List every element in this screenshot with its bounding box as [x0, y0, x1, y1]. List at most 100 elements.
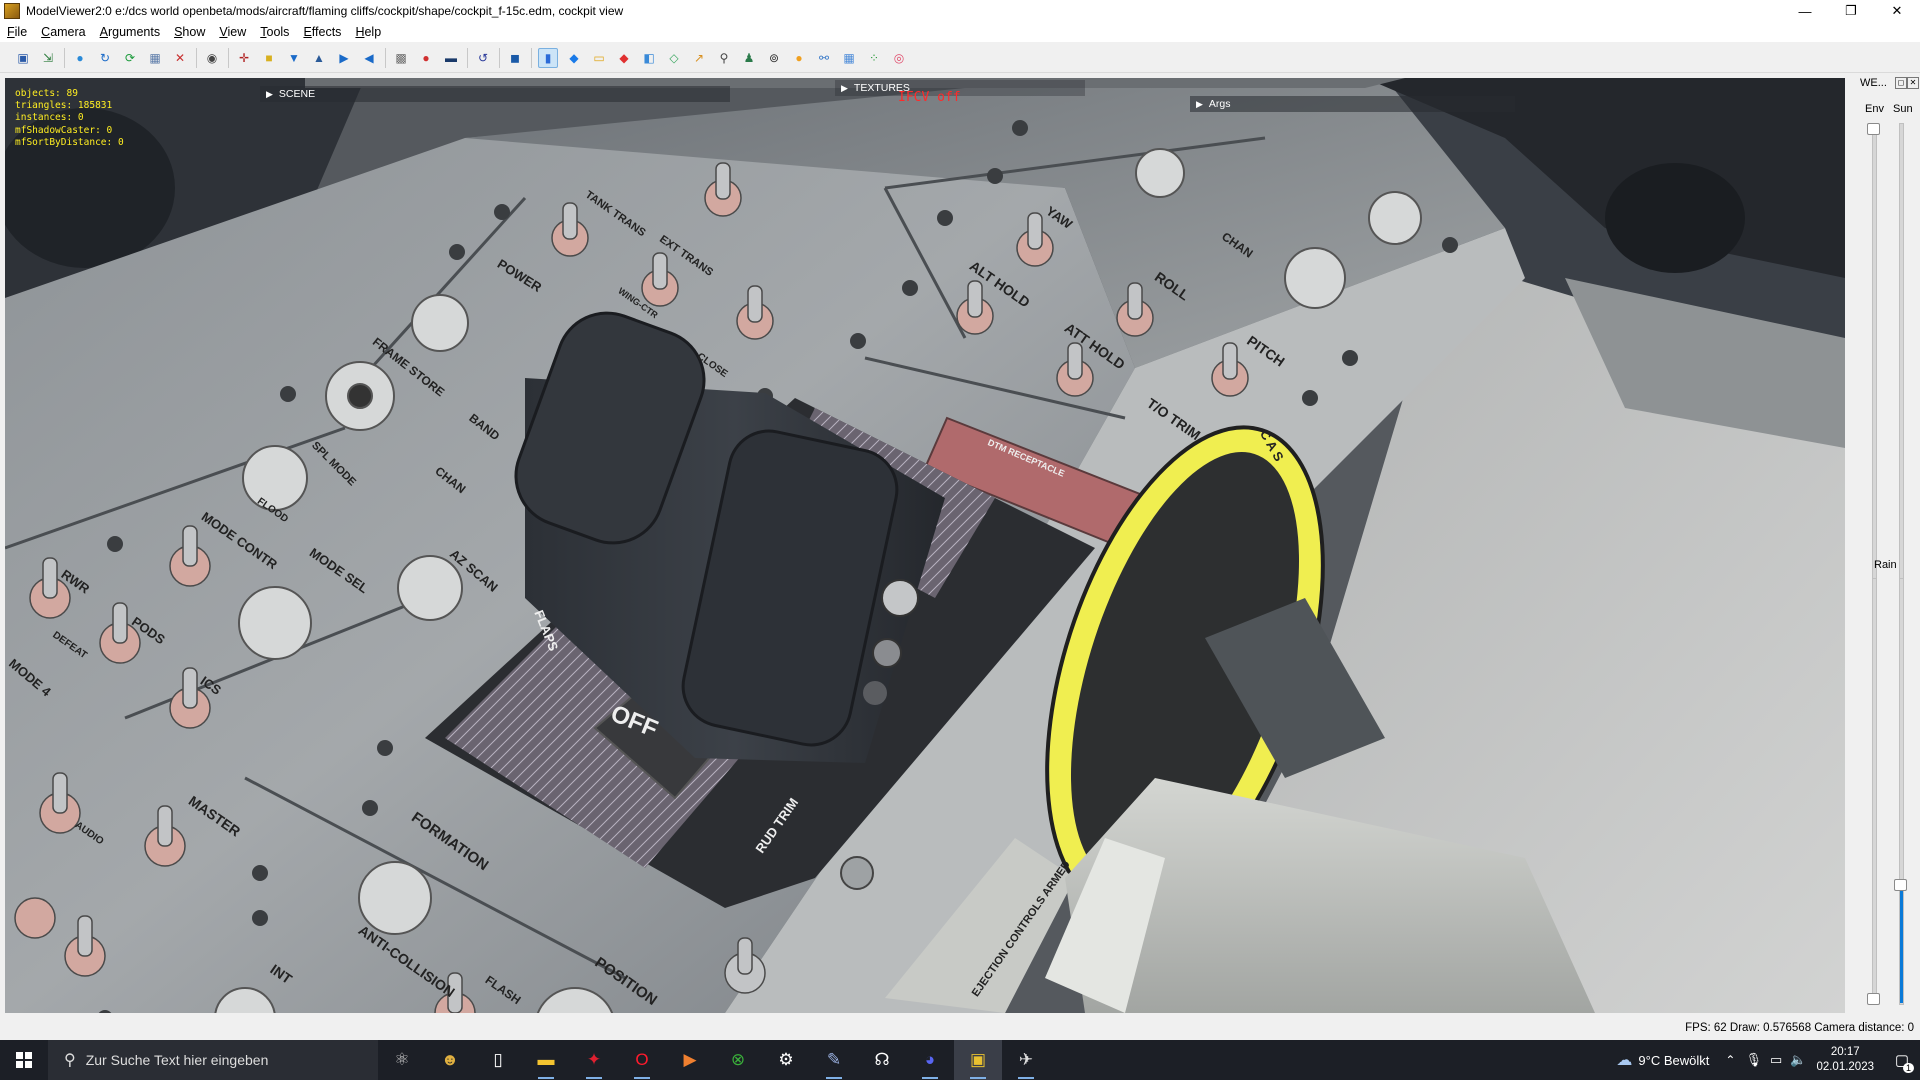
rain-level-fill — [1900, 884, 1903, 1003]
atom-icon[interactable]: ⚛ — [378, 1040, 426, 1080]
person-icon[interactable]: ♟ — [740, 49, 758, 67]
scene-panel-header[interactable]: ▶ SCENE — [260, 86, 730, 102]
ifcv-overlay-text: IFCV off — [898, 90, 961, 105]
menu-camera[interactable]: Camera — [34, 25, 92, 39]
rain-slider-track[interactable] — [1872, 578, 1877, 1005]
folder-icon[interactable]: ▭ — [590, 49, 608, 67]
editor-icon[interactable]: ✎ — [810, 1040, 858, 1080]
menu-file[interactable]: File — [0, 25, 34, 39]
layers-icon[interactable]: ◧ — [640, 49, 658, 67]
menu-arguments[interactable]: Arguments — [93, 25, 167, 39]
monitor-icon[interactable]: ▬ — [442, 49, 460, 67]
expand-triangle-icon: ▶ — [841, 82, 848, 93]
chart-icon[interactable]: ▮ — [538, 47, 558, 68]
tree-icon[interactable]: ▲ — [310, 49, 328, 67]
export-icon[interactable]: ⇲ — [39, 49, 57, 67]
title-bar: ModelViewer2:0 e:/dcs world openbeta/mod… — [0, 0, 1920, 22]
car-icon[interactable]: ⊚ — [765, 49, 783, 67]
rain-slider-thumb[interactable] — [1867, 993, 1880, 1005]
assistant-icon[interactable]: ☻ — [426, 1040, 474, 1080]
maximize-button[interactable]: ❐ — [1828, 0, 1874, 22]
system-tray: ☁ 9°C Bewölkt ⌃ 🎙 ▭ 🔈 20:17 02.01.2023 ▢… — [1616, 1040, 1920, 1080]
target-icon[interactable]: ◎ — [890, 49, 908, 67]
rain-level-thumb[interactable] — [1894, 879, 1907, 891]
headset-icon[interactable]: ☊ — [858, 1040, 906, 1080]
search-placeholder: Zur Suche Text hier eingeben — [85, 1052, 269, 1068]
media-player-icon[interactable]: ▶ — [666, 1040, 714, 1080]
weather-text[interactable]: 9°C Bewölkt — [1638, 1053, 1709, 1068]
menu-tools[interactable]: Tools — [253, 25, 296, 39]
close-button[interactable]: ✕ — [1874, 0, 1920, 22]
grid-icon[interactable]: ■ — [260, 49, 278, 67]
xbox-icon[interactable]: ⊗ — [714, 1040, 762, 1080]
menu-help[interactable]: Help — [348, 25, 388, 39]
menu-effects[interactable]: Effects — [296, 25, 348, 39]
mesh-icon[interactable]: ◇ — [665, 49, 683, 67]
args-panel-header[interactable]: ▶ Args — [1190, 96, 1515, 112]
cockpit-render — [5, 78, 1845, 1013]
graph-icon[interactable]: ↗ — [690, 49, 708, 67]
task-view-icon[interactable]: ▯ — [474, 1040, 522, 1080]
3d-viewport[interactable]: POWER FRAME STORE BAND CHAN SPL MODE MOD… — [5, 78, 1845, 1013]
taskbar-search[interactable]: ⚲ Zur Suche Text hier eingeben — [48, 1040, 378, 1080]
menu-label-rest: rguments — [107, 25, 161, 39]
rain-label: Rain — [1874, 559, 1897, 571]
dcs-icon[interactable]: ✈ — [1002, 1040, 1050, 1080]
menu-accelerator: F — [7, 25, 15, 39]
discord-icon[interactable]: ◕ — [906, 1040, 954, 1080]
camera-icon[interactable]: ◉ — [203, 49, 221, 67]
menu-show[interactable]: Show — [167, 25, 212, 39]
menu-bar: File Camera Arguments Show View Tools Effects H… — [0, 22, 1920, 42]
sun-slider-track[interactable] — [1899, 123, 1904, 625]
network-icon[interactable]: ▭ — [1770, 1052, 1782, 1068]
sun-icon[interactable]: ● — [790, 49, 808, 67]
weather-panel: WE... ◻ ✕ Env Sun Rain — [1850, 73, 1920, 1013]
bone-icon[interactable]: ⚲ — [715, 49, 733, 67]
menu-accelerator: E — [303, 25, 312, 39]
texture-icon[interactable]: ▩ — [392, 49, 410, 67]
network-icon[interactable]: ⚯ — [815, 49, 833, 67]
notification-count: 1 — [1902, 1063, 1914, 1073]
menu-label-rest: ffects — [311, 25, 342, 39]
minimize-button[interactable]: — — [1782, 0, 1828, 22]
save-icon[interactable]: ▣ — [14, 49, 32, 67]
modelviewer-icon[interactable]: ▣ — [954, 1040, 1002, 1080]
toolbar-separator — [467, 47, 468, 68]
tray-chevron-icon[interactable]: ⌃ — [1725, 1053, 1735, 1067]
env-label: Env — [1865, 103, 1884, 115]
menu-label-rest: iew — [227, 25, 247, 39]
sphere-icon[interactable]: ● — [71, 49, 89, 67]
pdf-icon[interactable]: ✕ — [171, 49, 189, 67]
cube-blue-icon[interactable]: ◆ — [565, 49, 583, 67]
render-icon[interactable]: ◼ — [506, 49, 524, 67]
start-button[interactable] — [0, 1040, 48, 1080]
table-icon[interactable]: ▦ — [840, 49, 858, 67]
filter-icon[interactable]: ▼ — [285, 49, 303, 67]
panel-close-button[interactable]: ✕ — [1907, 77, 1919, 89]
volume-icon[interactable]: 🔈 — [1790, 1052, 1806, 1068]
speaker-icon[interactable]: ◀ — [360, 49, 378, 67]
link-icon[interactable]: ▶ — [335, 49, 353, 67]
opera-icon[interactable]: O — [618, 1040, 666, 1080]
microphone-icon[interactable]: 🎙 — [1745, 1052, 1762, 1068]
env-slider-track[interactable] — [1872, 123, 1877, 625]
file-explorer-icon[interactable]: ▬ — [522, 1040, 570, 1080]
taskbar-clock[interactable]: 20:17 02.01.2023 — [1816, 1045, 1874, 1075]
palette-icon[interactable]: ● — [417, 49, 435, 67]
dots-grid-icon[interactable]: ⁘ — [865, 49, 883, 67]
menu-view[interactable]: View — [212, 25, 253, 39]
stat-line: instances: 0 — [15, 112, 84, 124]
undo-icon[interactable]: ↺ — [474, 49, 492, 67]
notification-center-button[interactable]: ▢ 1 — [1884, 1040, 1920, 1080]
panel-float-button[interactable]: ◻ — [1895, 77, 1907, 89]
game-red-icon[interactable]: ✦ — [570, 1040, 618, 1080]
crosshair-icon[interactable]: ✛ — [235, 49, 253, 67]
reload-icon[interactable]: ↻ — [96, 49, 114, 67]
menu-label-rest: amera — [50, 25, 86, 39]
refresh-icon[interactable]: ⟳ — [121, 49, 139, 67]
image-icon[interactable]: ▦ — [146, 49, 164, 67]
env-slider-thumb[interactable] — [1867, 123, 1880, 135]
settings-icon[interactable]: ⚙ — [762, 1040, 810, 1080]
cube-red-icon[interactable]: ◆ — [615, 49, 633, 67]
windows-taskbar: ⚲ Zur Suche Text hier eingeben ⚛ ☻ ▯ ▬ ✦ O ▶ ⊗ ⚙… — [0, 1040, 1920, 1080]
